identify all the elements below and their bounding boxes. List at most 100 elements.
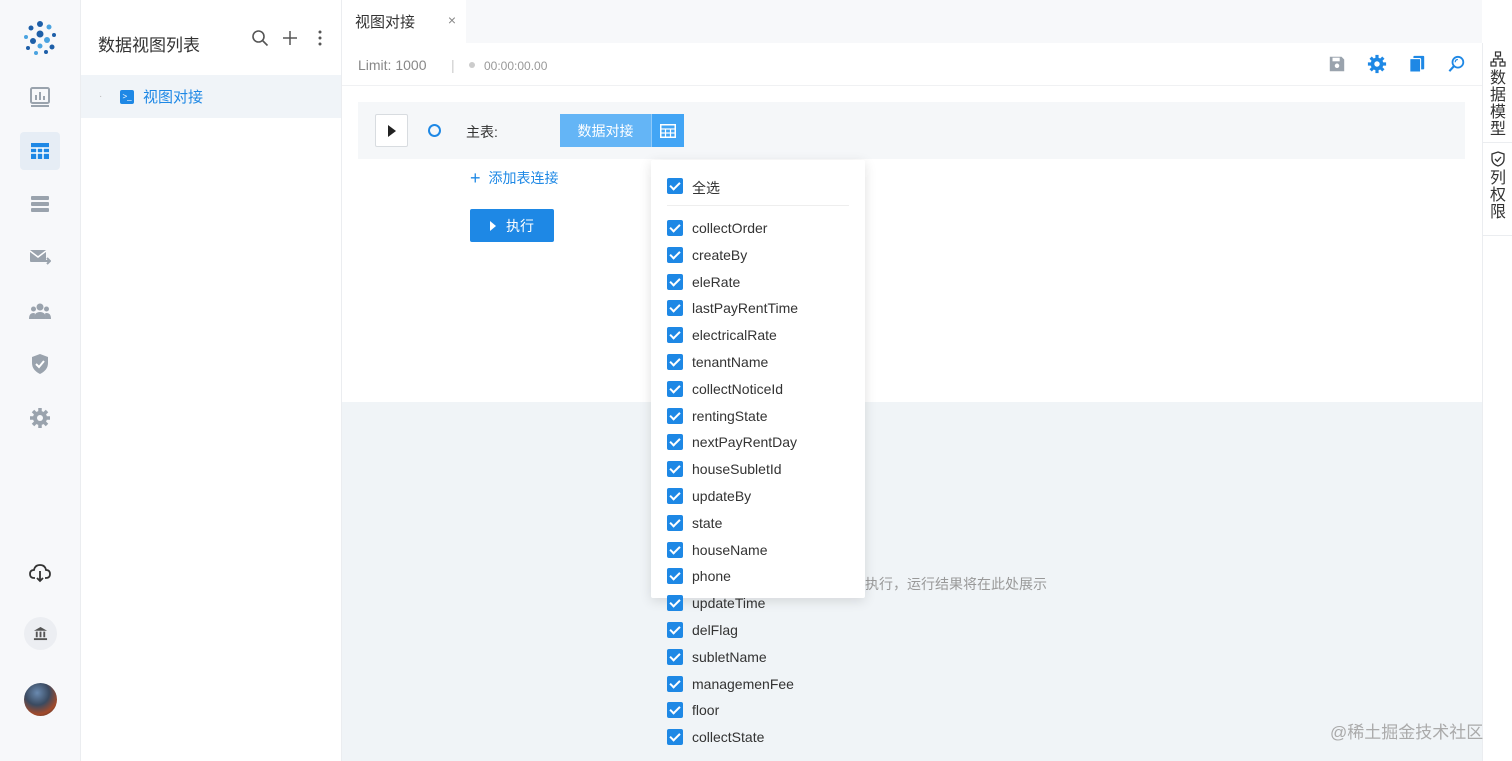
dashboard-icon: [30, 87, 50, 107]
collapse-toggle-button[interactable]: [375, 114, 408, 147]
column-select-button[interactable]: [651, 114, 684, 147]
settings-button[interactable]: [1366, 53, 1388, 75]
right-rail: 数据模型 列权限: [1482, 43, 1512, 761]
org-button[interactable]: [24, 617, 57, 650]
column-label: collectState: [692, 729, 765, 745]
nav-list[interactable]: [20, 185, 60, 223]
column-checkbox[interactable]: [667, 220, 683, 236]
column-label: lastPayRentTime: [692, 300, 799, 316]
search-button[interactable]: [251, 28, 269, 48]
tab-data-model[interactable]: 数据模型: [1483, 43, 1512, 143]
main-table-row: 主表: 数据对接: [358, 102, 1465, 159]
column-label: houseName: [692, 542, 768, 558]
tab-column-permission[interactable]: 列权限: [1483, 143, 1512, 236]
nav-dashboard[interactable]: [20, 78, 60, 116]
tab-label: 视图对接: [355, 14, 416, 31]
column-label: houseSubletId: [692, 461, 782, 477]
table-grid-icon: [660, 123, 676, 138]
limit-selector[interactable]: Limit: 1000: [358, 57, 426, 73]
bank-icon: [33, 626, 48, 641]
save-icon: [1329, 56, 1345, 72]
dropdown-divider: [667, 205, 849, 206]
copy-button[interactable]: [1406, 53, 1428, 75]
column-checkbox[interactable]: [667, 568, 683, 584]
add-button[interactable]: [281, 28, 299, 48]
column-checkbox[interactable]: [667, 488, 683, 504]
add-join-label: 添加表连接: [488, 170, 559, 186]
preview-button[interactable]: [1446, 53, 1468, 75]
nav-download[interactable]: [20, 554, 60, 592]
column-checkbox[interactable]: [667, 461, 683, 477]
execution-timer: 00:00:00.00: [484, 59, 548, 73]
search-icon: [252, 30, 269, 47]
tree-indent-icon: ·: [99, 91, 103, 102]
column-checkbox[interactable]: [667, 247, 683, 263]
nav-settings[interactable]: [20, 399, 60, 437]
close-icon[interactable]: ×: [448, 12, 456, 28]
results-panel: 执行，运行结果将在此处展示: [342, 402, 1482, 761]
column-label: eleRate: [692, 274, 741, 290]
column-permission-label: 列权限: [1490, 170, 1507, 221]
table-view-icon: [31, 143, 49, 159]
add-join-button[interactable]: + 添加表连接: [470, 168, 559, 188]
main-table-chip[interactable]: 数据对接: [560, 114, 684, 147]
tab-view[interactable]: 视图对接 ×: [342, 0, 466, 43]
column-label: phone: [692, 568, 731, 584]
column-checkbox[interactable]: [667, 676, 683, 692]
column-label: floor: [692, 702, 720, 718]
more-vertical-icon: [318, 30, 322, 46]
column-checkbox[interactable]: [667, 327, 683, 343]
plus-icon: [283, 31, 297, 45]
panel-title: 数据视图列表: [98, 36, 200, 55]
users-icon: [29, 303, 51, 319]
column-checkbox[interactable]: [667, 408, 683, 424]
column-checkbox[interactable]: [667, 542, 683, 558]
column-checkbox[interactable]: [667, 595, 683, 611]
left-nav-rail: [0, 0, 81, 761]
run-button[interactable]: 执行: [470, 209, 554, 242]
gear-icon: [30, 408, 50, 428]
select-all-checkbox[interactable]: [667, 178, 683, 194]
more-button[interactable]: [311, 28, 329, 48]
nav-mail[interactable]: [20, 238, 60, 276]
query-editor: 主表: 数据对接 + 添加表连接 执行: [342, 86, 1482, 402]
toolbar-actions: [1326, 53, 1468, 75]
save-button[interactable]: [1326, 53, 1348, 75]
column-label: rentingState: [692, 408, 768, 424]
column-checkbox[interactable]: [667, 434, 683, 450]
tab-bar: 视图对接 ×: [342, 0, 1482, 43]
column-checkbox[interactable]: [667, 354, 683, 370]
view-list-panel: 数据视图列表 · >_ 视图对接: [81, 0, 342, 761]
main-table-label: 主表:: [466, 124, 498, 140]
caret-right-icon: [387, 124, 396, 137]
watermark: @稀土掘金技术社区: [1330, 723, 1484, 742]
column-checkbox[interactable]: [667, 381, 683, 397]
column-checkbox[interactable]: [667, 729, 683, 745]
app-logo-icon[interactable]: [22, 20, 58, 56]
column-checkbox[interactable]: [667, 702, 683, 718]
hierarchy-icon: [1490, 51, 1506, 67]
column-checkbox[interactable]: [667, 649, 683, 665]
nav-users[interactable]: [20, 292, 60, 330]
list-item[interactable]: · >_ 视图对接: [81, 75, 341, 118]
column-checkbox[interactable]: [667, 622, 683, 638]
nav-data-view[interactable]: [20, 132, 60, 170]
shield-check-icon: [1491, 151, 1505, 167]
node-ring-icon: [428, 124, 441, 137]
column-checkbox[interactable]: [667, 515, 683, 531]
list-item-label: 视图对接: [143, 89, 204, 106]
play-icon: [490, 220, 496, 231]
main-table-name[interactable]: 数据对接: [560, 114, 651, 147]
column-label: updateBy: [692, 488, 752, 504]
column-checkbox[interactable]: [667, 300, 683, 316]
column-checkbox[interactable]: [667, 274, 683, 290]
mail-forward-icon: [29, 250, 51, 265]
column-label: tenantName: [692, 354, 769, 370]
nav-security[interactable]: [20, 345, 60, 383]
column-label: state: [692, 515, 723, 531]
column-label: collectOrder: [692, 220, 768, 236]
avatar[interactable]: [24, 683, 57, 716]
results-hint: 执行，运行结果将在此处展示: [865, 576, 1047, 592]
plus-icon: +: [470, 168, 481, 188]
terminal-icon: >_: [120, 89, 134, 104]
